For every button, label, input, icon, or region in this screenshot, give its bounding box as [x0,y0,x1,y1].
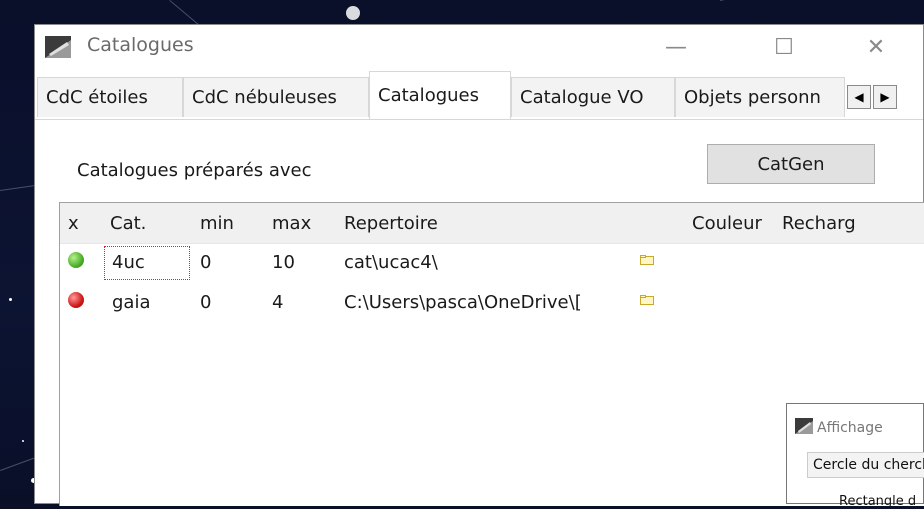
catgen-button[interactable]: CatGen [707,144,875,184]
tab-strip: CdC étoiles CdC nébuleuses Catalogues Ca… [35,71,923,120]
app-icon [795,418,813,434]
grid-header: x Cat. min max Repertoire Couleur Rechar… [60,203,924,244]
rectangle-label: Rectangle d [839,494,917,509]
affichage-window[interactable]: Affichage Cercle du cherche Rectangle d [786,403,924,509]
header-x[interactable]: x [68,213,79,234]
close-button[interactable]: ✕ [853,31,899,63]
cell-repertoire[interactable]: cat\ucac4\ [344,252,624,273]
title-bar[interactable]: Catalogues — ☐ ✕ [35,25,923,69]
maximize-button[interactable]: ☐ [761,31,807,63]
tab-cercle-du-chercheur[interactable]: Cercle du cherche [807,452,924,478]
star [346,6,360,20]
tab-cdc-nebuleuses[interactable]: CdC nébuleuses [183,77,369,117]
table-row[interactable]: 4uc 0 10 cat\ucac4\ [60,243,924,283]
tab-scroll-left-button[interactable]: ◀ [847,85,871,109]
cell-min[interactable]: 0 [200,292,211,313]
cell-max[interactable]: 4 [272,292,283,313]
star [9,298,12,301]
header-max[interactable]: max [272,213,311,234]
prepared-label: Catalogues préparés avec [77,160,312,181]
cell-cat[interactable]: 4uc [112,252,145,273]
cell-repertoire[interactable]: C:\Users\pasca\OneDrive\[ [344,292,628,313]
arrow-left-icon: ◀ [854,90,864,104]
affichage-title: Affichage [817,420,883,436]
minimize-button[interactable]: — [653,31,699,63]
arrow-right-icon: ▶ [880,90,890,104]
tab-cdc-etoiles[interactable]: CdC étoiles [37,77,183,117]
header-recharg[interactable]: Recharg [782,213,872,234]
header-couleur[interactable]: Couleur [692,213,778,234]
cell-max[interactable]: 10 [272,252,295,273]
star [22,440,24,442]
cell-min[interactable]: 0 [200,252,211,273]
tab-catalogues[interactable]: Catalogues [369,71,511,119]
header-cat[interactable]: Cat. [110,213,146,234]
tab-objets-personnels[interactable]: Objets personn [675,77,845,117]
tab-scroll-right-button[interactable]: ▶ [873,85,897,109]
folder-icon[interactable] [640,255,654,265]
header-repertoire[interactable]: Repertoire [344,213,438,234]
status-red-icon[interactable] [68,292,84,308]
header-min[interactable]: min [200,213,234,234]
app-icon [45,36,71,58]
window-title: Catalogues [87,34,194,56]
tab-catalogue-vo[interactable]: Catalogue VO [511,77,675,117]
folder-icon[interactable] [640,295,654,305]
table-row[interactable]: gaia 0 4 C:\Users\pasca\OneDrive\[ [60,283,924,323]
cell-cat[interactable]: gaia [112,292,151,313]
status-green-icon[interactable] [68,252,84,268]
